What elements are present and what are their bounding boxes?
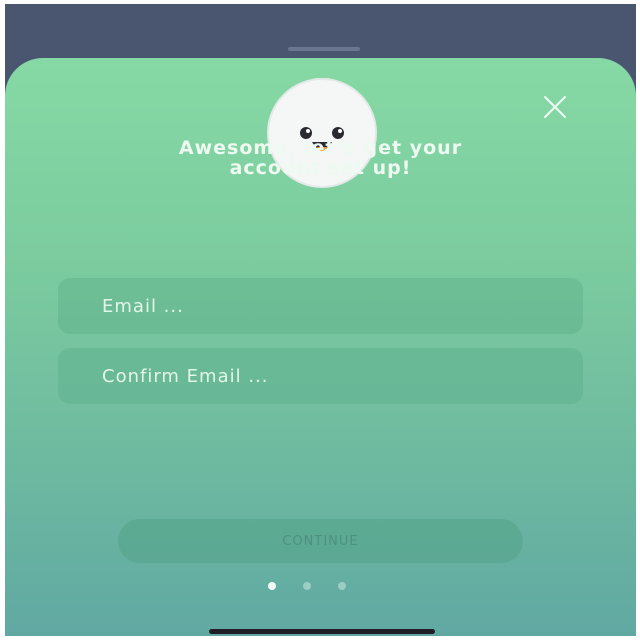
title-line-2: account set up! [229, 157, 412, 179]
page-title: Awesome, let’s get your account set up! [65, 138, 576, 178]
home-indicator[interactable] [209, 629, 435, 634]
page-dot-3 [338, 582, 346, 590]
page-dot-2 [303, 582, 311, 590]
confirm-email-field[interactable] [58, 348, 583, 404]
email-field[interactable] [58, 278, 583, 334]
close-icon [544, 96, 566, 118]
confirm-email-input[interactable] [100, 364, 583, 388]
onboarding-sheet: Awesome, let’s get your account set up! … [5, 58, 636, 636]
title-line-1: Awesome, let’s get your [178, 137, 463, 159]
close-button[interactable] [540, 92, 570, 122]
page-indicator [268, 582, 358, 590]
page-dot-1 [268, 582, 276, 590]
continue-button[interactable]: CONTINUE [118, 519, 523, 563]
app-frame: Awesome, let’s get your account set up! … [5, 4, 636, 636]
email-input[interactable] [100, 294, 583, 318]
sheet-grabber[interactable] [288, 47, 360, 51]
